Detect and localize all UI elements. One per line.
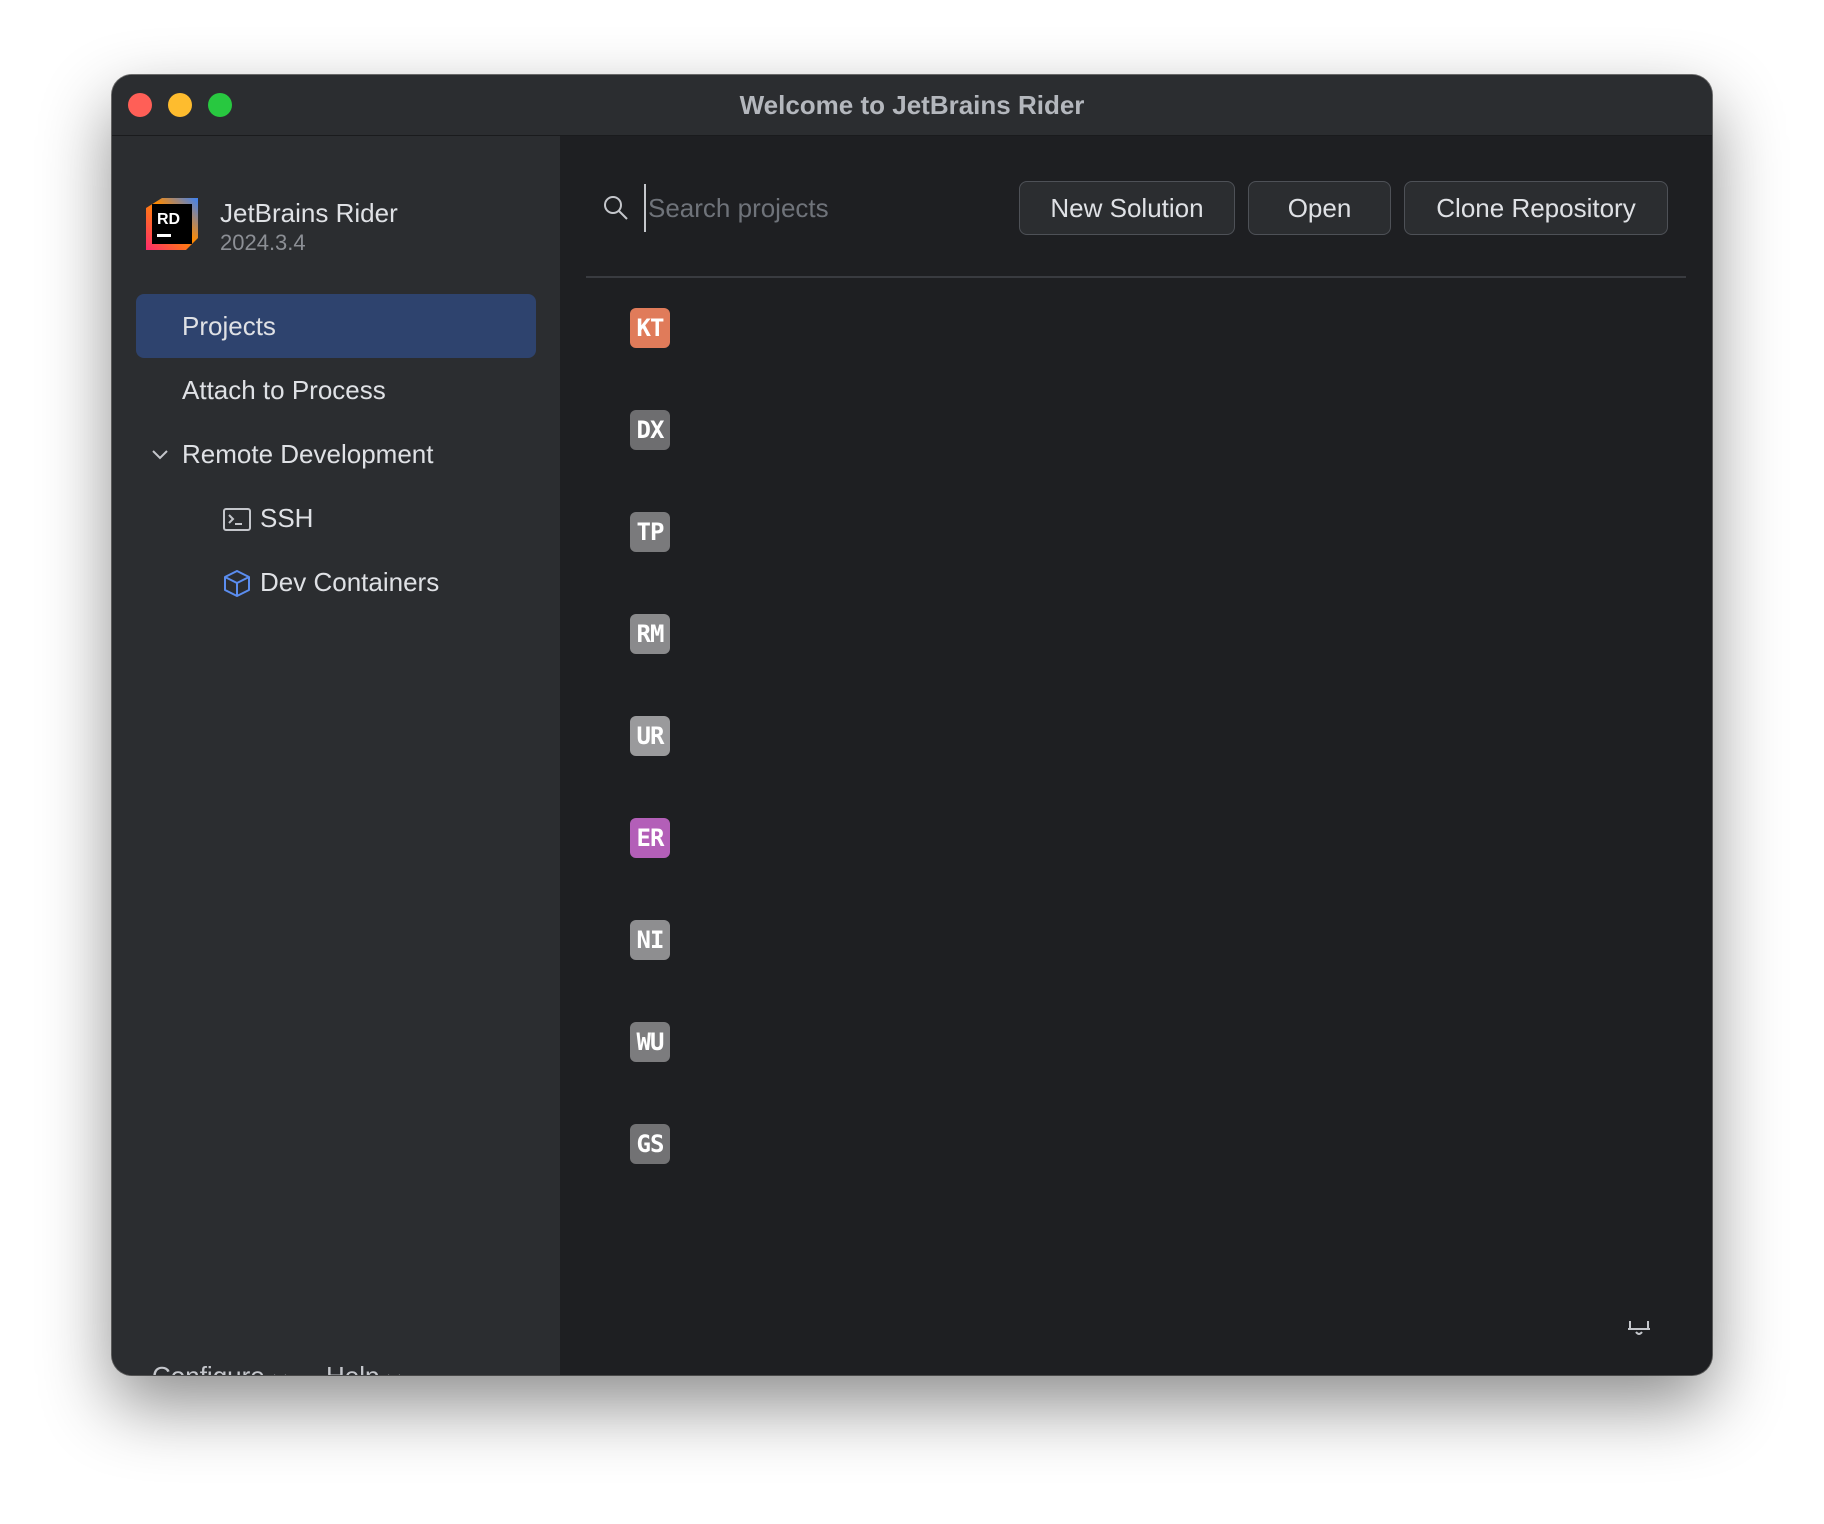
project-row[interactable]: GS (560, 1094, 1712, 1196)
help-label: Help (326, 1361, 379, 1375)
sidebar-item-dev-containers[interactable]: Dev Containers (136, 550, 536, 614)
new-solution-button[interactable]: New Solution (1019, 181, 1235, 235)
sidebar-item-ssh[interactable]: SSH (136, 486, 536, 550)
project-row[interactable]: UR (560, 686, 1712, 788)
help-menu[interactable]: Help (326, 1356, 403, 1375)
notification-icon[interactable] (1624, 1309, 1654, 1339)
sidebar-item-remote-development[interactable]: Remote Development (136, 422, 536, 486)
logo-text: RD (157, 211, 180, 228)
project-row[interactable]: UV (560, 1196, 1712, 1218)
window-title: Welcome to JetBrains Rider (739, 90, 1085, 120)
project-row[interactable]: TP (560, 482, 1712, 584)
project-badge: WU (630, 1022, 670, 1062)
product-name: JetBrains Rider (220, 198, 398, 228)
sidebar-item-projects[interactable]: Projects (136, 294, 536, 358)
sidebar-item-label: Projects (182, 311, 276, 341)
clone-repository-button[interactable]: Clone Repository (1404, 181, 1668, 235)
project-badge: KT (630, 308, 670, 348)
project-badge: RM (630, 614, 670, 654)
cube-icon (224, 570, 250, 597)
brand: RD JetBrains Rider 2024.3.4 (142, 194, 542, 255)
sidebar-item-label: SSH (260, 503, 314, 533)
sidebar-item-attach-to-process[interactable]: Attach to Process (136, 358, 536, 422)
sidebar-item-label: Remote Development (182, 439, 434, 469)
search-projects-input[interactable] (644, 184, 1020, 232)
chevron-down-icon[interactable] (150, 444, 170, 464)
project-row[interactable]: NI (560, 890, 1712, 992)
project-row[interactable]: ER (560, 788, 1712, 890)
project-badge: ER (630, 818, 670, 858)
welcome-window: Welcome to JetBrains Rider RD JetBrains … (112, 75, 1712, 1375)
project-row[interactable]: WU (560, 992, 1712, 1094)
configure-label: Configure (152, 1361, 265, 1375)
main-panel: New Solution Open Clone Repository KT DX… (560, 136, 1712, 1375)
rider-logo-icon: RD (146, 198, 198, 250)
title-bar[interactable]: Welcome to JetBrains Rider (112, 75, 1712, 136)
project-badge: NI (630, 920, 670, 960)
project-badge: UR (630, 716, 670, 756)
chevron-down-icon (388, 1374, 401, 1375)
product-version: 2024.3.4 (220, 230, 306, 255)
project-row[interactable]: DX (560, 380, 1712, 482)
project-badge: DX (630, 410, 670, 450)
sidebar: RD JetBrains Rider 2024.3.4 Projects Att… (112, 136, 560, 1375)
search-icon (604, 196, 628, 220)
chevron-down-icon (273, 1374, 286, 1375)
project-badge: GS (630, 1124, 670, 1164)
sidebar-item-label: Dev Containers (260, 567, 440, 597)
sidebar-item-label: Attach to Process (182, 375, 386, 405)
terminal-icon (223, 508, 251, 531)
project-badge: TP (630, 512, 670, 552)
configure-menu[interactable]: Configure (152, 1356, 289, 1375)
recent-projects-list: KT DX TP RM UR ER NI WU GS (560, 278, 1712, 1218)
open-button[interactable]: Open (1248, 181, 1391, 235)
project-row[interactable]: KT (560, 278, 1712, 380)
project-row[interactable]: RM (560, 584, 1712, 686)
